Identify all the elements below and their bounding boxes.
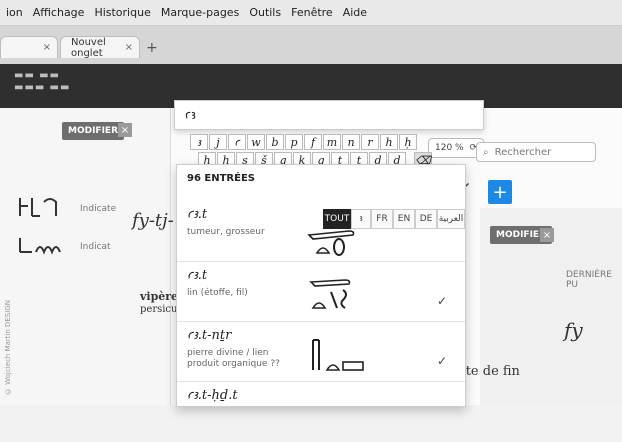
close-tab-icon[interactable]: × [43,42,51,53]
new-tab-icon[interactable]: + [146,40,158,56]
side-label: Indicat [80,242,111,252]
entry-transliteration: ꜥꜣ.t [187,207,208,222]
background-text: ête de fin [458,364,520,379]
keyboard-key[interactable]: m [323,134,341,150]
browser-search[interactable]: ⌕ Rechercher [476,142,596,162]
watermark: © Wojciech Martin DESIGN [4,300,12,396]
keyboard-key[interactable]: h [380,134,398,150]
check-icon: ✓ [436,294,447,308]
menu-bar: ion Affichage Historique Marque-pages Ou… [0,0,622,26]
close-icon[interactable]: × [118,123,132,137]
menu-item-fenetre[interactable]: Fenêtre [291,6,333,19]
hieroglyph-icon [309,279,351,309]
result-entry[interactable]: ꜥꜣ.t-nṯr pierre divine / lien produit or… [177,321,465,382]
background-transliteration: fy [564,318,583,342]
left-panel: MODIFIER × Indicate Indicat [0,108,171,405]
tab-current[interactable]: × [0,36,58,58]
add-entry-button[interactable]: + [488,180,512,204]
entry-meaning: tumeur, grosseur [187,227,265,237]
hieroglyph-icon [312,339,364,371]
check-icon: ✓ [436,354,447,368]
menu-item-aide[interactable]: Aide [343,6,367,19]
keyboard-key[interactable]: ꜣ [190,134,208,150]
keyboard-key[interactable]: ꜥ [228,134,246,150]
entry-transliteration: ꜥꜣ.t [187,268,208,283]
menu-item-outils[interactable]: Outils [249,6,281,19]
keyboard-key[interactable]: ḥ [399,134,417,150]
keyboard-key[interactable]: p [285,134,303,150]
keyboard-key[interactable]: n [342,134,360,150]
results-dropdown: 96 ENTRÉES TOUT ꜣ FR EN DE العربية ꜥꜣ.t … [176,164,466,407]
close-tab-icon[interactable]: × [125,42,133,53]
keyboard-key[interactable]: w [247,134,265,150]
modifier-button[interactable]: MODIFIER [62,122,125,140]
tab-label: Nouvel onglet [71,36,106,59]
keyboard-key[interactable]: r [361,134,379,150]
zoom-level: 120 % [435,143,464,153]
keyboard-key[interactable]: b [266,134,284,150]
menu-item-ion[interactable]: ion [6,6,23,19]
keyboard-key[interactable]: f [304,134,322,150]
menu-item-historique[interactable]: Historique [94,6,150,19]
search-query: ꜥꜣ [185,107,196,123]
result-entry[interactable]: ꜥꜣ.t lin (étoffe, fil) ✓ [177,261,465,322]
search-icon: ⌕ [483,146,489,158]
side-label: DERNIÈRE PU [566,270,612,290]
result-entry[interactable]: ꜥꜣ.t tumeur, grosseur [177,201,465,261]
hieroglyph-row [16,234,76,263]
site-logo: ▬▬ ▬▬ ▬▬▬ ▬▬ [14,70,71,93]
search-placeholder: Rechercher [494,146,552,158]
menu-item-affichage[interactable]: Affichage [33,6,85,19]
result-entry[interactable]: ꜥꜣ.t-ḥḏ.t [177,381,465,442]
menu-item-marque-pages[interactable]: Marque-pages [161,6,239,19]
close-icon[interactable]: × [540,228,554,242]
hieroglyph-row [16,194,76,227]
results-count: 96 ENTRÉES [187,173,255,184]
entry-transliteration: ꜥꜣ.t-ḥḏ.t [187,388,238,403]
tab-new[interactable]: Nouvel onglet × [60,36,140,59]
entry-meaning: lin (étoffe, fil) [187,288,248,298]
side-label: Indicate [80,204,117,214]
entry-meaning: pierre divine / lien produit organique ?… [187,348,280,369]
entry-transliteration: ꜥꜣ.t-nṯr [187,328,232,343]
search-input[interactable]: ꜥꜣ [174,100,484,130]
hieroglyph-icon [307,230,355,256]
tab-bar: × Nouvel onglet × + [0,26,622,65]
keyboard-key[interactable]: j [209,134,227,150]
